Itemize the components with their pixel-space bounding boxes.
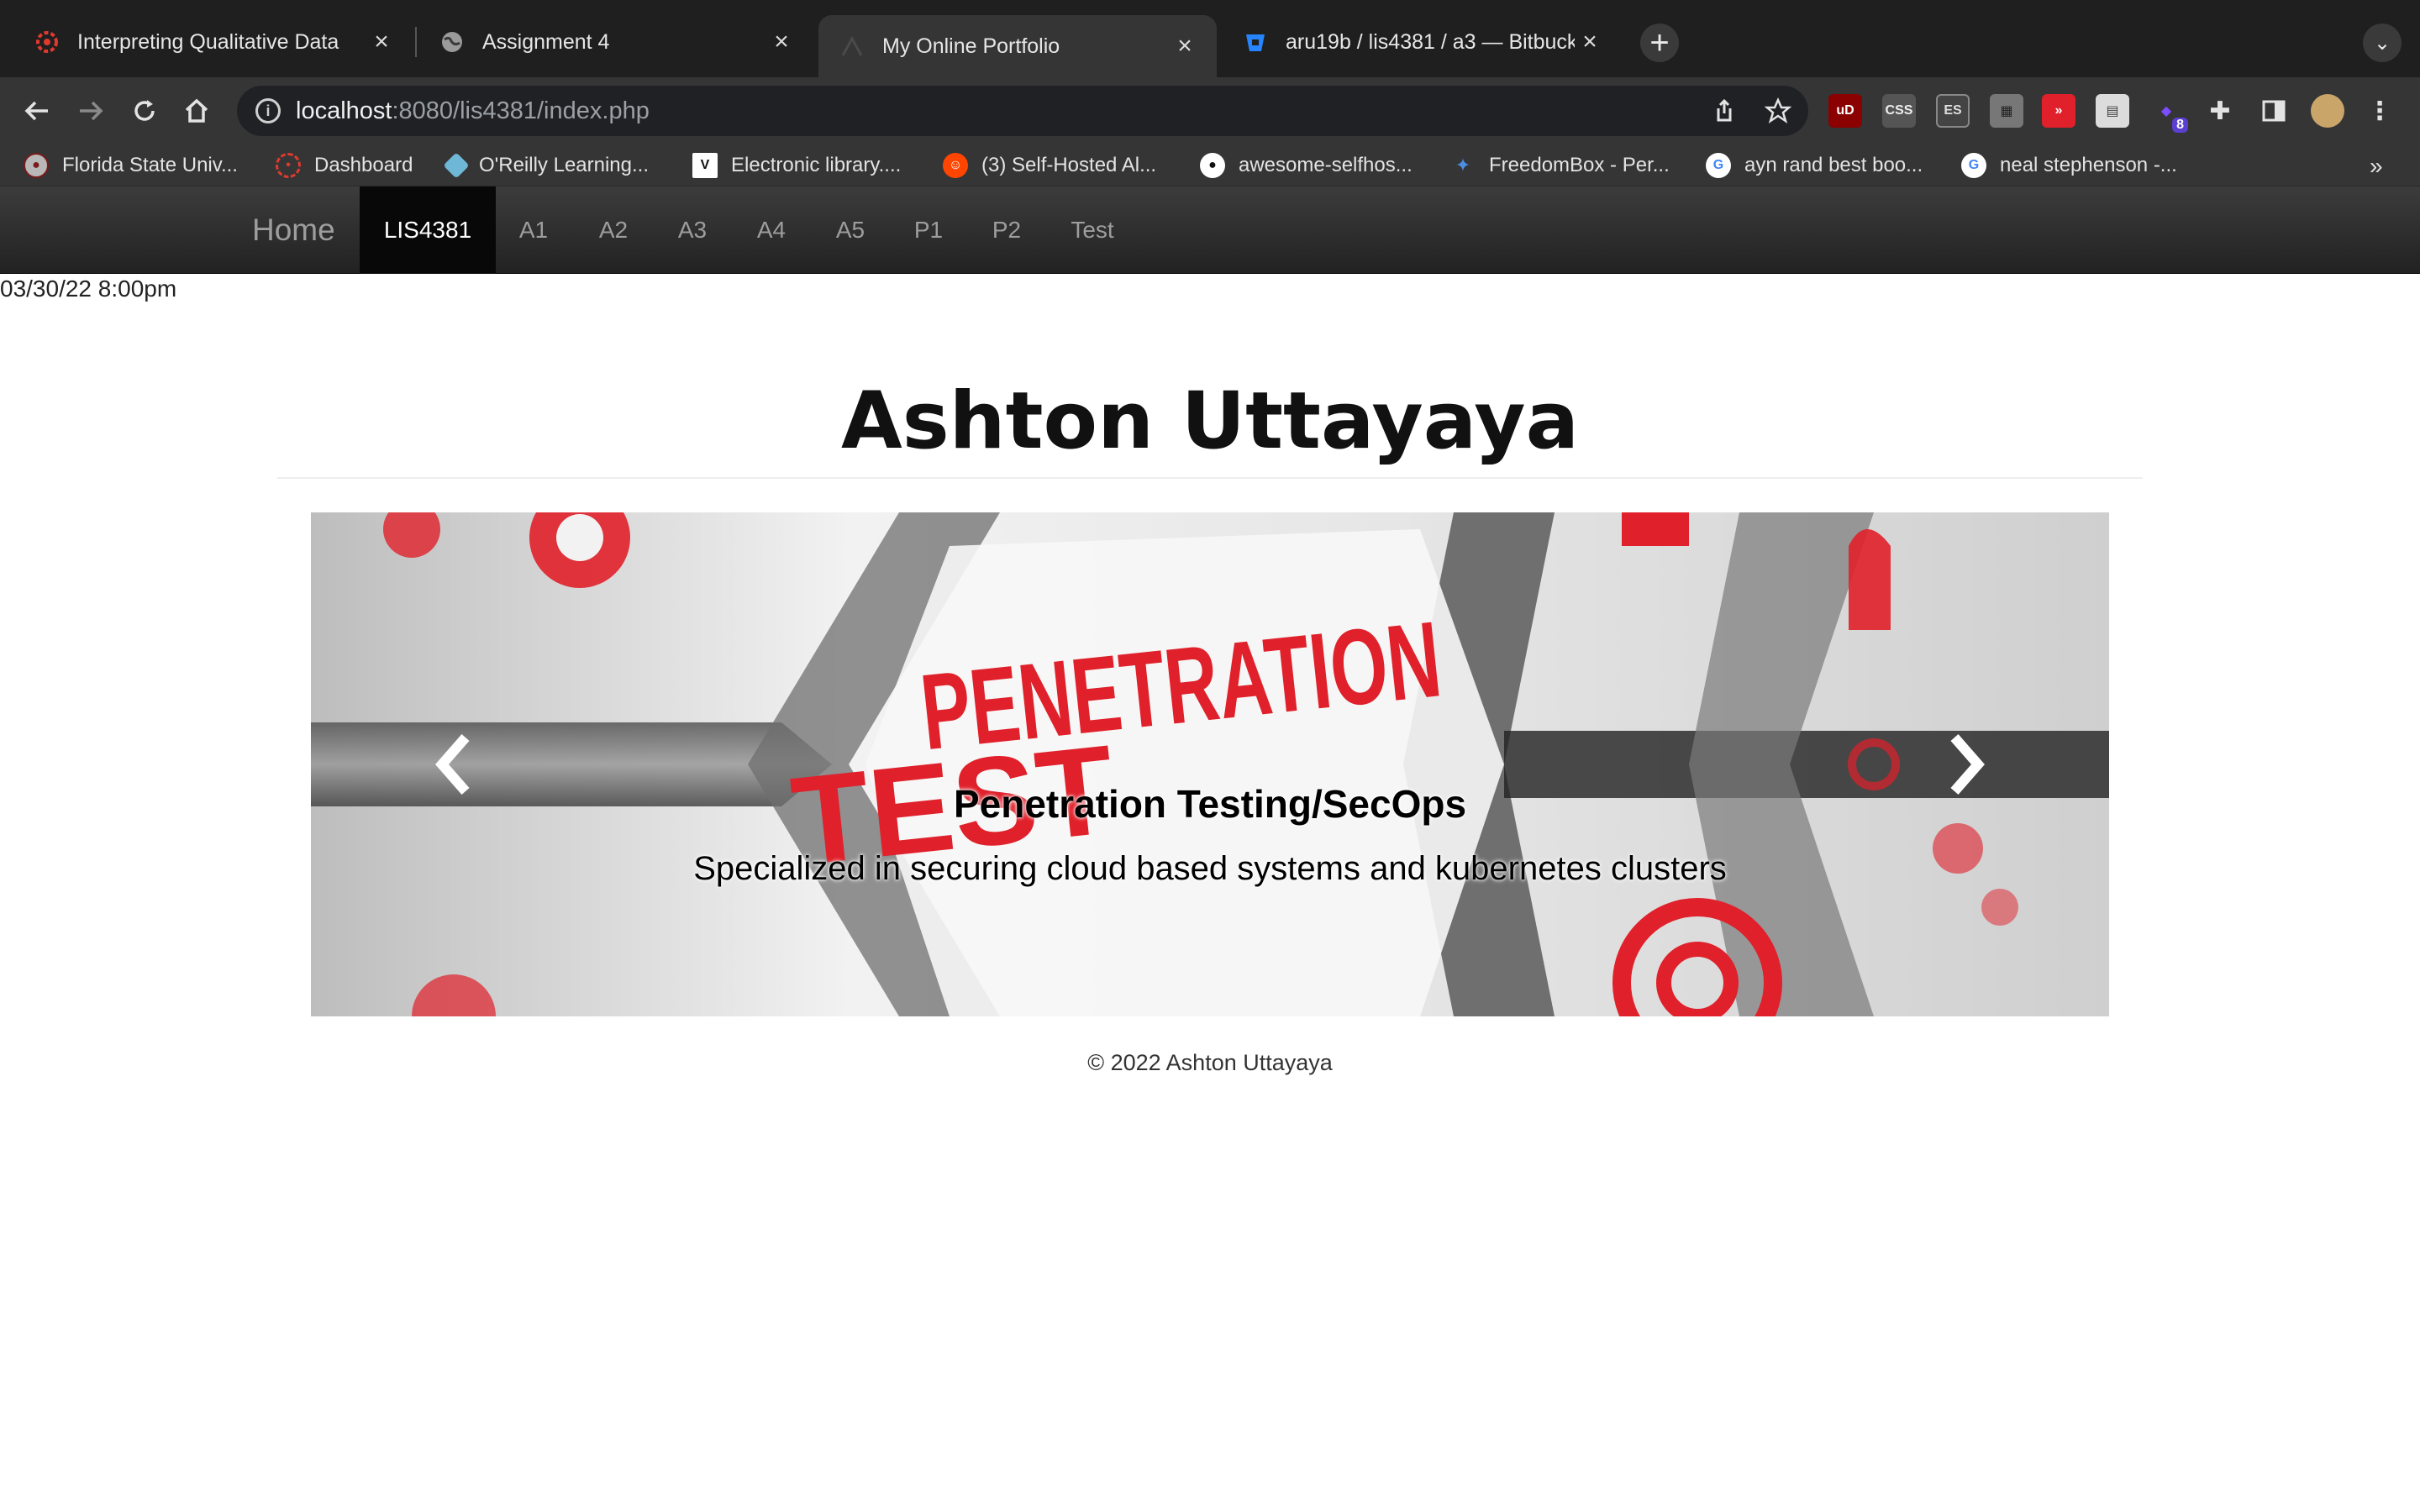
tab-search-button[interactable]: ⌄ (2363, 24, 2402, 62)
nav-item-a1[interactable]: A1 (504, 186, 563, 274)
extension-badge: 8 (2172, 118, 2188, 133)
carousel: PENETRATION TEST Penetration Testing/Sec… (311, 512, 2109, 1016)
es-extension-icon[interactable]: ES (1936, 94, 1970, 128)
more-menu-icon[interactable]: ⋮ (2363, 94, 2396, 128)
nav-item-a4[interactable]: A4 (741, 186, 802, 274)
close-tab-icon[interactable]: × (366, 27, 397, 57)
bookmark-dashboard[interactable]: • Dashboard (276, 150, 413, 181)
new-tab-button[interactable]: + (1640, 24, 1679, 62)
back-button[interactable] (15, 89, 59, 133)
nav-item-a2[interactable]: A2 (583, 186, 644, 274)
reload-icon (134, 100, 155, 121)
canvas-icon (34, 29, 60, 55)
tab-separator (415, 27, 417, 57)
nav-item-p2[interactable]: P2 (976, 186, 1037, 274)
tab-interpreting-qualitative-data[interactable]: Interpreting Qualitative Data × (13, 15, 413, 69)
url-host: localhost (296, 97, 392, 124)
bookmark-label: ayn rand best boo... (1744, 154, 1923, 176)
forward-button[interactable] (69, 89, 113, 133)
tab-strip: Interpreting Qualitative Data × Assignme… (0, 0, 2420, 77)
nav-item-test[interactable]: Test (1055, 186, 1129, 274)
bookmark-electronic-library[interactable]: V Electronic library.... (692, 150, 901, 181)
tab-title: aru19b / lis4381 / a3 — Bitbuck (1286, 29, 1575, 54)
site-navbar: Home LIS4381 A1 A2 A3 A4 A5 P1 P2 Test (0, 186, 2420, 274)
page-header: Ashton Uttayaya (277, 361, 2143, 479)
forward-arrow-icon (80, 101, 103, 121)
bookmarks-overflow-button[interactable]: » (2370, 153, 2383, 180)
back-arrow-icon (24, 101, 48, 121)
puzzle-extensions-icon[interactable]: ✚ (2203, 94, 2237, 128)
url-path: :8080/lis4381/index.php (392, 97, 650, 124)
vlib-icon: V (692, 153, 718, 178)
date-time-stamp: 03/30/22 8:00pm (0, 276, 177, 302)
bookmark-label: O'Reilly Learning... (479, 154, 650, 176)
carousel-caption-title: Penetration Testing/SecOps (953, 782, 1467, 826)
nav-item-p1[interactable]: P1 (899, 186, 958, 274)
fsu-seal-icon: ● (24, 153, 49, 178)
ublock-icon[interactable]: uD (1828, 94, 1862, 128)
bookmark-label: Dashboard (314, 154, 413, 176)
carousel-caption: Penetration Testing/SecOps Specialized i… (311, 781, 2109, 888)
share-icon (1717, 98, 1732, 122)
carousel-caption-text: Specialized in securing cloud based syst… (693, 850, 1727, 887)
bookmark-label: awesome-selfhos... (1239, 154, 1413, 176)
home-icon (185, 98, 208, 123)
star-icon (1765, 97, 1791, 123)
bookmark-freedombox[interactable]: ✦ FreedomBox - Per... (1450, 150, 1670, 181)
google-icon: G (1961, 153, 1986, 178)
github-icon: ● (1200, 153, 1225, 178)
globe-icon (439, 29, 466, 55)
bookmark-label: Florida State Univ... (62, 154, 238, 176)
nav-home-link[interactable]: Home (252, 186, 335, 274)
tab-my-online-portfolio[interactable]: My Online Portfolio × (818, 15, 1217, 77)
reload-button[interactable] (123, 89, 166, 133)
bookmark-self-hosted[interactable]: ☺ (3) Self-Hosted Al... (943, 150, 1156, 181)
share-button[interactable] (1702, 89, 1746, 133)
address-bar[interactable]: i localhost:8080/lis4381/index.php (237, 86, 1808, 136)
nav-item-a3[interactable]: A3 (662, 186, 723, 274)
close-tab-icon[interactable]: × (1170, 31, 1200, 61)
nav-item-a5[interactable]: A5 (820, 186, 881, 274)
bookmark-florida-state[interactable]: ● Florida State Univ... (24, 150, 238, 181)
page-icon (839, 33, 865, 60)
side-panel-icon[interactable] (2257, 94, 2291, 128)
bookmark-label: neal stephenson -... (2000, 154, 2177, 176)
bookmark-label: FreedomBox - Per... (1489, 154, 1670, 176)
bookmark-label: Electronic library.... (731, 154, 902, 176)
bookmarks-bar: ● Florida State Univ... • Dashboard O'Re… (0, 144, 2420, 186)
close-tab-icon[interactable]: × (766, 27, 797, 57)
tab-title: Assignment 4 (482, 29, 610, 54)
penetration-test-image: PENETRATION TEST (311, 512, 2109, 1016)
browser-toolbar: i localhost:8080/lis4381/index.php uD CS… (0, 77, 2420, 144)
page-footer: © 2022 Ashton Uttayaya (1087, 1050, 1333, 1075)
tab-bitbucket[interactable]: aru19b / lis4381 / a3 — Bitbuck × (1222, 15, 1622, 69)
profile-avatar[interactable] (2311, 94, 2344, 128)
redirect-extension-icon[interactable]: » (2042, 94, 2075, 128)
extension-icon[interactable]: ▦ (1990, 94, 2023, 128)
bookmark-ayn-rand[interactable]: G ayn rand best boo... (1706, 150, 1923, 181)
bookmark-label: (3) Self-Hosted Al... (981, 154, 1157, 176)
oreilly-icon (443, 152, 470, 179)
bookmark-awesome-selfhosted[interactable]: ● awesome-selfhos... (1200, 150, 1413, 181)
bluesky-icon: ✦ (1455, 155, 1471, 176)
close-tab-icon[interactable]: × (1575, 27, 1605, 57)
bookmark-star-button[interactable] (1756, 89, 1800, 133)
bookmark-neal-stephenson[interactable]: G neal stephenson -... (1961, 150, 2177, 181)
bookmark-oreilly[interactable]: O'Reilly Learning... (443, 150, 650, 181)
tab-title: Interpreting Qualitative Data (77, 29, 339, 54)
site-info-icon[interactable]: i (255, 98, 281, 123)
tab-assignment-4[interactable]: Assignment 4 × (418, 15, 813, 69)
home-button[interactable] (175, 89, 218, 133)
google-icon: G (1706, 153, 1731, 178)
bitbucket-icon (1242, 29, 1269, 55)
document-extension-icon[interactable]: ▤ (2096, 94, 2129, 128)
tab-title: My Online Portfolio (882, 34, 1060, 58)
reddit-icon: ☺ (943, 153, 968, 178)
page-title: Ashton Uttayaya (840, 375, 1580, 467)
css-extension-icon[interactable]: CSS (1882, 94, 1916, 128)
shape-extension-icon[interactable]: ◆ 8 (2149, 94, 2188, 133)
canvas-icon: • (276, 153, 301, 178)
nav-item-lis4381[interactable]: LIS4381 (360, 186, 496, 274)
